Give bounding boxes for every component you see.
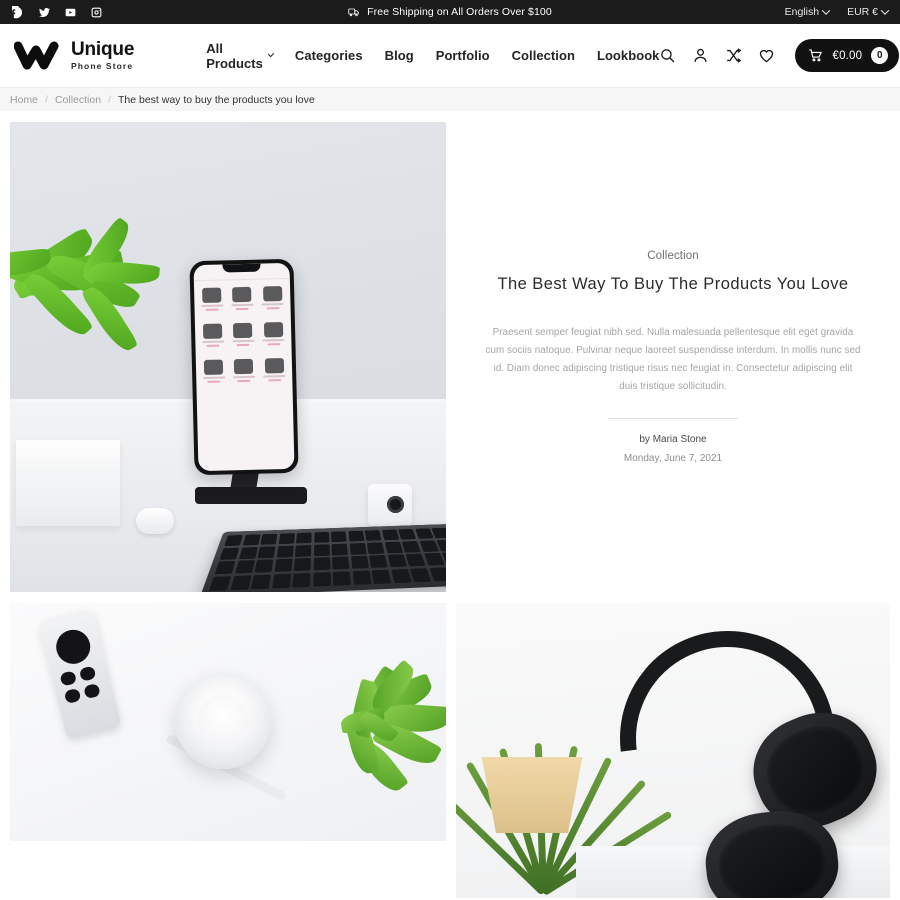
nav-label: All Products <box>206 40 263 71</box>
smartphone <box>189 258 299 476</box>
keyboard <box>199 523 446 592</box>
currency-selector[interactable]: EUR € <box>847 6 890 18</box>
gallery-image-headphones[interactable] <box>456 603 890 898</box>
truck-icon <box>348 6 360 18</box>
instagram-icon[interactable] <box>90 6 103 19</box>
logo-mark-icon <box>14 41 59 69</box>
hero-image[interactable] <box>10 122 446 592</box>
cart-count-badge: 0 <box>871 47 889 64</box>
breadcrumb: Home / Collection / The best way to buy … <box>0 88 900 111</box>
wishlist-icon[interactable] <box>758 47 775 64</box>
succulent-plant <box>286 649 446 834</box>
chevron-down-icon <box>880 6 890 15</box>
breadcrumb-separator: / <box>45 93 48 106</box>
social-links <box>12 5 103 19</box>
facebook-icon[interactable] <box>12 5 25 19</box>
chevron-down-icon <box>821 6 831 15</box>
nav-item-collection[interactable]: Collection <box>512 48 575 63</box>
article-category[interactable]: Collection <box>647 250 699 262</box>
topbar-selectors: English EUR € <box>784 6 890 18</box>
nav-item-categories[interactable]: Categories <box>295 48 363 63</box>
cart-button[interactable]: €0.00 0 <box>795 39 900 72</box>
twitter-icon[interactable] <box>38 6 51 19</box>
earbuds-case <box>136 508 174 534</box>
brand-name: Unique <box>71 39 135 61</box>
nav-item-lookbook[interactable]: Lookbook <box>597 48 660 63</box>
compare-icon[interactable] <box>725 47 742 64</box>
nav-item-portfolio[interactable]: Portfolio <box>436 48 490 63</box>
language-value: English <box>784 6 820 18</box>
top-announcement-bar: Free Shipping on All Orders Over $100 En… <box>0 0 900 24</box>
header-actions: €0.00 0 <box>659 39 900 72</box>
shipping-announcement: Free Shipping on All Orders Over $100 <box>0 6 900 18</box>
language-selector[interactable]: English <box>784 6 831 18</box>
article-author: by Maria Stone <box>639 434 707 446</box>
main-navigation: All Products Categories Blog Portfolio C… <box>206 41 659 71</box>
camera-device <box>368 484 412 526</box>
article-divider <box>608 418 738 420</box>
brand-logo[interactable]: Unique Phone Store <box>14 40 134 71</box>
article-hero-row: Collection The Best Way To Buy The Produ… <box>10 122 890 592</box>
breadcrumb-current: The best way to buy the products you lov… <box>117 93 315 106</box>
article-title: The Best Way To Buy The Products You Lov… <box>497 274 849 293</box>
plant-decoration <box>10 214 207 429</box>
youtube-icon[interactable] <box>64 6 77 19</box>
brand-tagline: Phone Store <box>71 61 134 72</box>
chevron-down-icon <box>267 50 275 58</box>
gallery-image-speaker[interactable] <box>10 603 446 841</box>
article-body: Praesent semper feugiat nibh sed. Nulla … <box>485 326 861 393</box>
breadcrumb-separator: / <box>108 93 111 106</box>
breadcrumb-collection[interactable]: Collection <box>55 94 101 106</box>
phone-stand <box>195 487 307 504</box>
cart-total: €0.00 <box>832 49 863 62</box>
shipping-text: Free Shipping on All Orders Over $100 <box>367 6 552 18</box>
account-icon[interactable] <box>692 47 709 64</box>
article-date: Monday, June 7, 2021 <box>623 453 723 465</box>
cart-icon <box>809 49 823 62</box>
breadcrumb-home[interactable]: Home <box>10 94 38 106</box>
smart-speaker <box>175 673 271 769</box>
search-icon[interactable] <box>659 47 676 64</box>
product-box <box>16 440 120 526</box>
article-summary: Collection The Best Way To Buy The Produ… <box>456 122 890 592</box>
nav-item-all-products[interactable]: All Products <box>206 40 275 71</box>
currency-value: EUR € <box>847 6 878 18</box>
site-header: Unique Phone Store All Products Categori… <box>0 24 900 88</box>
gallery-row <box>10 603 890 898</box>
nav-item-blog[interactable]: Blog <box>385 48 414 63</box>
page-content: Collection The Best Way To Buy The Produ… <box>0 111 900 900</box>
